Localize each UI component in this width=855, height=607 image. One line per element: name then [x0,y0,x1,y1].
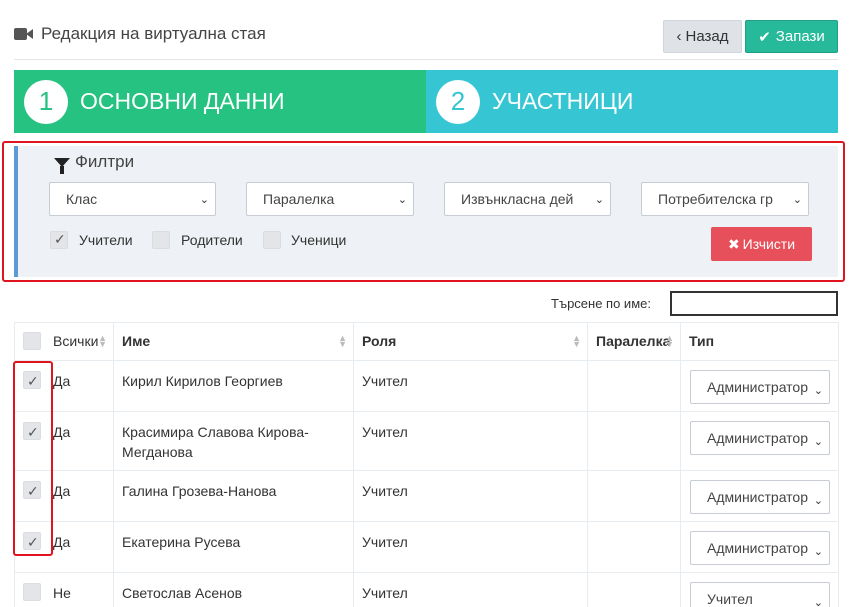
column-header-section-label: Паралелка [596,333,671,349]
chevron-down-icon: ⌄ [811,491,823,511]
column-header-section[interactable]: Паралелка ▲ ▼ [587,322,681,361]
row-role: Учител [353,572,588,607]
row-name: Кирил Кирилов Георгиев [113,360,354,412]
table-row: Да Екатерина Русева Учител Администратор… [14,521,839,573]
column-header-all-label: Всички [53,333,99,349]
back-button[interactable]: ‹ Назад [663,20,742,53]
chevron-down-icon: ⌄ [811,593,823,607]
page-title-text: Редакция на виртуална стая [41,24,266,43]
video-camera-icon [14,27,34,41]
chevron-left-icon: ‹ [676,28,682,45]
table-row: Да Красимира Славова Кирова-Мегданова Уч… [14,411,839,471]
table-row: Не Светослав Асенов Учител Учител ⌄ [14,572,839,607]
row-role: Учител [353,411,588,471]
column-header-type: Тип [680,322,839,361]
page-header: Редакция на виртуална стая ‹ Назад ✔ Зап… [14,20,838,60]
row-section [587,572,681,607]
row-yes-no: Да [53,424,71,440]
column-header-all[interactable]: Всички ▲ ▼ [14,322,114,361]
row-type-value: Администратор [707,540,809,556]
column-header-name[interactable]: Име ▲ ▼ [113,322,354,361]
select-all-checkbox[interactable] [23,332,41,350]
row-role: Учител [353,470,588,522]
row-section [587,521,681,573]
step-label: ОСНОВНИ ДАННИ [80,88,285,114]
row-name: Красимира Славова Кирова-Мегданова [113,411,354,471]
search-input[interactable] [670,291,838,316]
column-header-type-label: Тип [689,333,715,349]
row-checkbox[interactable] [23,583,41,601]
row-name: Галина Грозева-Нанова [113,470,354,522]
row-name: Светослав Асенов [113,572,354,607]
sort-icon: ▲ ▼ [572,333,581,349]
table-row: Да Галина Грозева-Нанова Учител Админист… [14,470,839,522]
wizard-steps: 1 ОСНОВНИ ДАННИ 2 УЧАСТНИЦИ [14,70,838,133]
row-type-value: Администратор [707,489,809,505]
row-role: Учител [353,521,588,573]
step-number: 1 [24,79,68,124]
filters-highlight [2,141,845,282]
row-type-select[interactable]: Учител ⌄ [690,582,830,607]
wizard-step-participants[interactable]: 2 УЧАСТНИЦИ [426,70,838,133]
row-yes-no: Не [53,585,71,601]
sort-icon: ▲ ▼ [665,333,674,349]
sort-icon: ▲ ▼ [338,333,347,349]
row-type-value: Учител [707,591,753,607]
column-header-role-label: Роля [362,333,397,349]
participants-table: Всички ▲▼ Име▲▼ Роля▲▼ Паралелка▲▼ Тип Д… [14,322,839,607]
chevron-down-icon: ⌄ [811,432,823,452]
step-number: 2 [436,79,480,124]
row-type-select[interactable]: Администратор ⌄ [690,531,830,565]
row-type-value: Администратор [707,430,809,446]
row-yes-no: Да [53,373,71,389]
row-type-select[interactable]: Администратор ⌄ [690,480,830,514]
column-header-role[interactable]: Роля ▲ ▼ [353,322,588,361]
row-type-value: Администратор [707,379,809,395]
column-header-name-label: Име [122,333,151,349]
search-label: Търсене по име: [551,296,651,311]
chevron-down-icon: ⌄ [811,542,823,562]
row-type-select[interactable]: Администратор ⌄ [690,421,830,455]
back-button-label: Назад [685,28,729,45]
checkbox-column-highlight [13,361,53,556]
chevron-down-icon: ⌄ [811,381,823,401]
step-label: УЧАСТНИЦИ [492,88,634,114]
row-section [587,411,681,471]
row-section [587,360,681,412]
row-section [587,470,681,522]
page-title: Редакция на виртуална стая [14,24,266,44]
row-yes-no: Да [53,483,71,499]
save-button-label: Запази [775,28,825,45]
table-row: Да Кирил Кирилов Георгиев Учител Админис… [14,360,839,412]
row-type-select[interactable]: Администратор ⌄ [690,370,830,404]
row-role: Учител [353,360,588,412]
row-name: Екатерина Русева [113,521,354,573]
row-yes-no: Да [53,534,71,550]
save-button[interactable]: ✔ Запази [745,20,838,53]
check-icon: ✔ [758,28,771,46]
wizard-step-basic-data[interactable]: 1 ОСНОВНИ ДАННИ [14,70,426,133]
sort-icon: ▲ ▼ [98,333,107,349]
